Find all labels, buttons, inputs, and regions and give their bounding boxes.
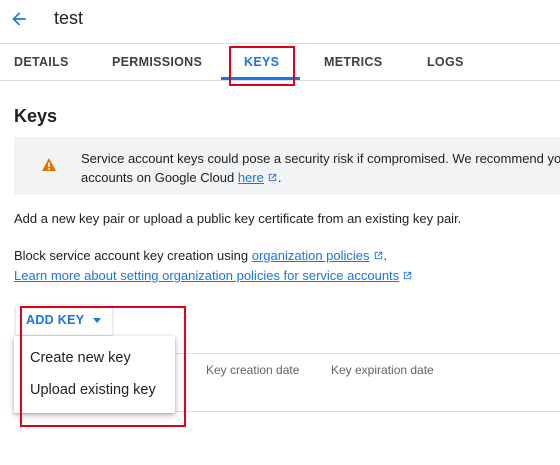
keys-intro-text: Add a new key pair or upload a public ke…	[14, 211, 462, 226]
learn-more-row: Learn more about setting organization po…	[14, 266, 413, 286]
tab-bar: DETAILS PERMISSIONS KEYS METRICS LOGS	[0, 44, 560, 80]
block-creation-text: Block service account key creation using…	[14, 246, 387, 266]
column-header-key-expiration-date[interactable]: Key expiration date	[331, 363, 434, 377]
divider	[0, 80, 560, 81]
tab-logs[interactable]: LOGS	[427, 44, 464, 80]
tab-details[interactable]: DETAILS	[14, 44, 69, 80]
top-bar: test	[0, 0, 560, 40]
warning-line-1: Service account keys could pose a securi…	[81, 151, 560, 166]
section-heading: Keys	[14, 106, 58, 126]
warning-line-2: accounts on Google Cloud here.	[81, 168, 560, 187]
add-key-button[interactable]: ADD KEY	[16, 305, 112, 335]
warning-banner: Service account keys could pose a securi…	[14, 137, 560, 195]
external-link-icon	[404, 271, 412, 280]
add-key-label: ADD KEY	[26, 313, 85, 327]
here-link[interactable]: here	[238, 170, 264, 185]
block-creation-prefix: Block service account key creation using	[14, 248, 252, 263]
external-link-icon	[268, 173, 277, 182]
external-link-icon	[374, 251, 382, 260]
learn-more-link[interactable]: Learn more about setting organization po…	[14, 268, 399, 283]
tab-permissions[interactable]: PERMISSIONS	[112, 44, 202, 80]
warning-line-2-text: accounts on Google Cloud	[81, 170, 238, 185]
block-creation-suffix: .	[383, 248, 388, 263]
menu-item-upload-existing-key[interactable]: Upload existing key	[14, 374, 175, 406]
tab-keys[interactable]: KEYS	[244, 44, 279, 80]
tab-metrics[interactable]: METRICS	[324, 44, 382, 80]
back-button[interactable]	[6, 6, 32, 32]
warning-line-2-suffix: .	[277, 170, 282, 185]
warning-icon	[42, 158, 56, 171]
page-title: test	[54, 8, 84, 28]
organization-policies-link[interactable]: organization policies	[252, 248, 370, 263]
column-header-key-creation-date[interactable]: Key creation date	[206, 363, 299, 377]
caret-down-icon	[93, 317, 102, 323]
add-key-menu: Create new key Upload existing key	[14, 336, 175, 413]
menu-item-create-new-key[interactable]: Create new key	[14, 342, 175, 374]
arrow-back-icon	[12, 12, 26, 26]
warning-text: Service account keys could pose a securi…	[81, 149, 560, 187]
